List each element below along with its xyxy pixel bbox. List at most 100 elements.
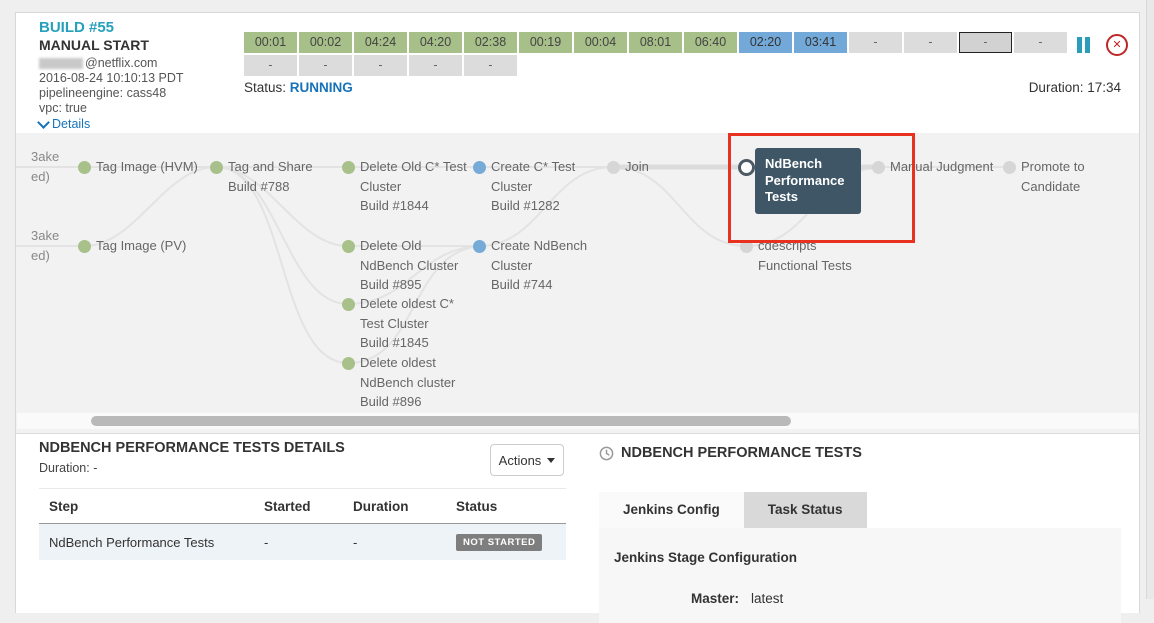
stage-cell[interactable]: - <box>849 32 902 53</box>
total-duration: Duration: 17:34 <box>1029 80 1121 95</box>
clipped-stage-label: ed) <box>31 248 50 263</box>
execution-card: BUILD #55 MANUAL START @netflix.com 2016… <box>15 12 1140 613</box>
stage-cell[interactable]: 04:20 <box>409 32 462 53</box>
node-label-delete-oldest-ndbench-cluster[interactable]: Delete oldestNdBench clusterBuild #896 <box>360 353 455 412</box>
stage-cell[interactable]: 04:24 <box>354 32 407 53</box>
stage-cell-running[interactable]: 02:20 <box>739 32 792 53</box>
col-header-duration: Duration <box>353 499 456 514</box>
pipeline-graph: 3ake ed) 3ake ed) Tag Image (HVM) Tag an… <box>16 133 1139 434</box>
node-dot-delete-old-ndbench-cluster[interactable] <box>342 240 355 253</box>
node-dot-create-c-test-cluster[interactable] <box>473 161 486 174</box>
build-title[interactable]: BUILD #55 <box>39 19 114 36</box>
node-label-cdescripts-functional-tests[interactable]: cdescriptsFunctional Tests <box>758 236 852 275</box>
node-dot-tag-image-pv[interactable] <box>78 240 91 253</box>
stage-cell-selected[interactable]: - <box>959 32 1012 53</box>
pause-icon <box>1077 37 1082 53</box>
node-dot-create-ndbench-cluster[interactable] <box>473 240 486 253</box>
node-label-create-ndbench-cluster[interactable]: Create NdBenchClusterBuild #744 <box>491 236 587 295</box>
stage-panel-tabs: Jenkins Config Task Status <box>599 492 867 528</box>
timeline-row-1: 00:01 00:02 04:24 04:20 02:38 00:19 00:0… <box>244 32 1067 53</box>
clipped-stage-label: 3ake <box>31 149 59 164</box>
details-label: Details <box>52 117 90 131</box>
cell-status: NOT STARTED <box>456 533 566 551</box>
tab-jenkins-config[interactable]: Jenkins Config <box>599 492 744 528</box>
details-toggle[interactable]: Details <box>39 117 90 131</box>
stage-details-title: NDBENCH PERFORMANCE TESTS DETAILS <box>39 440 345 456</box>
node-dot-tag-image-hvm[interactable] <box>78 161 91 174</box>
cell-duration: - <box>353 535 456 550</box>
node-dot-delete-old-c-test-cluster[interactable] <box>342 161 355 174</box>
node-label-delete-oldest-c-test-cluster[interactable]: Delete oldest C*Test ClusterBuild #1845 <box>360 294 454 353</box>
steps-table: Step Started Duration Status NdBench Per… <box>39 488 566 560</box>
node-dot-promote-to-candidate[interactable] <box>1003 161 1016 174</box>
node-dot-join[interactable] <box>607 161 620 174</box>
start-type-label: MANUAL START <box>39 37 149 53</box>
stage-cell-running[interactable]: 03:41 <box>794 32 847 53</box>
clock-icon <box>599 446 614 461</box>
triggered-by-email: @netflix.com <box>39 56 157 70</box>
node-label-manual-judgment[interactable]: Manual Judgment <box>890 157 993 177</box>
browser-vertical-scrollbar[interactable] <box>1146 0 1154 599</box>
stage-cell[interactable]: - <box>464 55 517 76</box>
node-label-delete-old-c-test-cluster[interactable]: Delete Old C* TestClusterBuild #1844 <box>360 157 467 216</box>
node-label-tag-image-pv[interactable]: Tag Image (PV) <box>96 236 186 256</box>
stage-cell[interactable]: - <box>354 55 407 76</box>
node-label-tag-and-share[interactable]: Tag and ShareBuild #788 <box>228 157 313 196</box>
node-label-delete-old-ndbench-cluster[interactable]: Delete OldNdBench ClusterBuild #895 <box>360 236 458 295</box>
steps-table-header: Step Started Duration Status <box>39 489 566 524</box>
stage-cell[interactable]: - <box>904 32 957 53</box>
col-header-status: Status <box>456 499 566 514</box>
stage-cell[interactable]: - <box>1014 32 1067 53</box>
cell-started: - <box>264 535 353 550</box>
stage-cell[interactable]: 00:01 <box>244 32 297 53</box>
graph-horizontal-scrollbar-track[interactable] <box>17 413 1138 429</box>
stage-cell[interactable]: 06:40 <box>684 32 737 53</box>
execution-header: BUILD #55 MANUAL START @netflix.com 2016… <box>16 13 1139 134</box>
node-label-promote-to-candidate[interactable]: Promote toCandidate <box>1021 157 1085 196</box>
jenkins-config-panel: Jenkins Stage Configuration Master: late… <box>599 528 1121 623</box>
pause-button[interactable] <box>1077 37 1093 54</box>
pause-icon <box>1085 37 1090 53</box>
stage-cell[interactable]: 08:01 <box>629 32 682 53</box>
node-dot-cdescripts-functional-tests[interactable] <box>740 240 753 253</box>
stage-cell[interactable]: 00:19 <box>519 32 572 53</box>
actions-button[interactable]: Actions <box>490 444 564 476</box>
attribute-pipelineengine: pipelineengine: cass48 <box>39 86 166 100</box>
stage-cell[interactable]: - <box>299 55 352 76</box>
cell-step: NdBench Performance Tests <box>39 535 264 550</box>
stage-cell[interactable]: 02:38 <box>464 32 517 53</box>
selected-stage-ndbench-performance-tests[interactable]: NdBenchPerformanceTests <box>755 148 861 214</box>
timeline-row-2: - - - - - <box>244 55 1067 76</box>
caret-down-icon <box>547 458 555 463</box>
status-value: RUNNING <box>290 80 353 95</box>
node-dot-tag-and-share[interactable] <box>210 161 223 174</box>
cancel-x-icon: ✕ <box>1112 39 1121 51</box>
node-label-tag-image-hvm[interactable]: Tag Image (HVM) <box>96 157 198 177</box>
tab-task-status[interactable]: Task Status <box>744 492 867 528</box>
stage-cell[interactable]: - <box>409 55 462 76</box>
node-dot-delete-oldest-c-test-cluster[interactable] <box>342 298 355 311</box>
cancel-execution-button[interactable]: ✕ <box>1106 34 1128 56</box>
stage-panel-title-text: NDBENCH PERFORMANCE TESTS <box>621 445 862 461</box>
graph-horizontal-scrollbar-thumb[interactable] <box>91 416 791 426</box>
status-label: Status: <box>244 80 286 95</box>
stage-details-duration: Duration: - <box>39 461 97 475</box>
start-timestamp: 2016-08-24 10:10:13 PDT <box>39 71 184 85</box>
email-domain: @netflix.com <box>85 56 157 70</box>
actions-label: Actions <box>499 453 542 468</box>
table-row[interactable]: NdBench Performance Tests - - NOT STARTE… <box>39 524 566 560</box>
stage-cell[interactable]: - <box>244 55 297 76</box>
node-label-join[interactable]: Join <box>625 157 649 177</box>
node-dot-delete-oldest-ndbench-cluster[interactable] <box>342 357 355 370</box>
col-header-step: Step <box>39 499 264 514</box>
node-dot-manual-judgment[interactable] <box>872 161 885 174</box>
node-label-create-c-test-cluster[interactable]: Create C* TestClusterBuild #1282 <box>491 157 575 216</box>
stage-cell[interactable]: 00:02 <box>299 32 352 53</box>
attribute-vpc: vpc: true <box>39 101 87 115</box>
stage-cell[interactable]: 00:04 <box>574 32 627 53</box>
jenkins-stage-configuration-heading: Jenkins Stage Configuration <box>614 550 797 565</box>
chevron-down-icon <box>37 116 50 129</box>
stage-timeline: 00:01 00:02 04:24 04:20 02:38 00:19 00:0… <box>244 32 1067 78</box>
stage-panel-title: NDBENCH PERFORMANCE TESTS <box>599 445 862 461</box>
node-dot-ndbench-performance-tests-selected[interactable] <box>738 159 755 176</box>
